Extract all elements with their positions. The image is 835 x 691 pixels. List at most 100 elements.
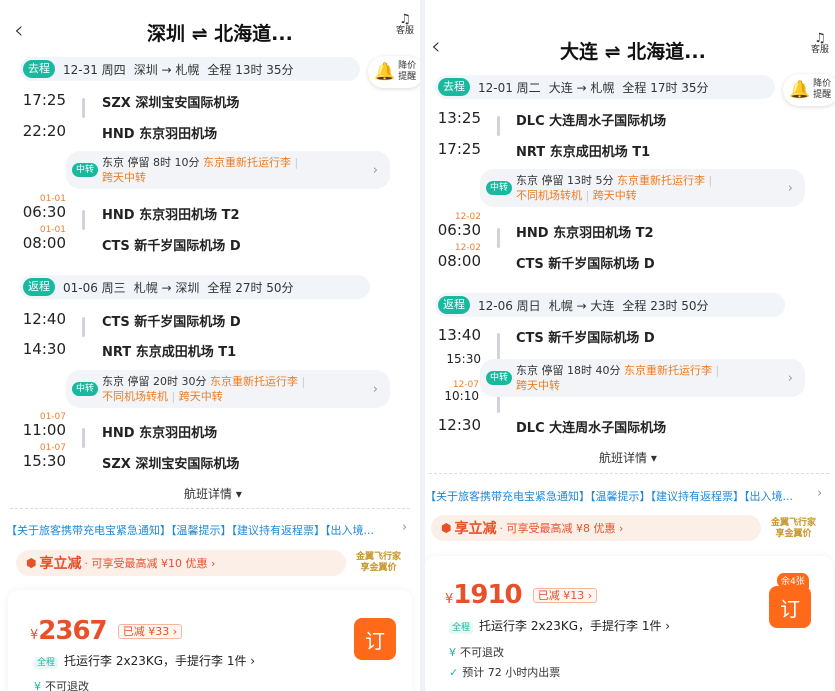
transfer-city: 东京 xyxy=(516,364,539,377)
chevron-right-icon[interactable]: › xyxy=(402,520,407,535)
departure-time: 17:25 xyxy=(22,91,66,109)
price-alert-button[interactable]: 🔔 降价 提醒 xyxy=(783,74,835,106)
arrival-time: 22:20 xyxy=(22,122,66,140)
baggage-text: 托运行李 2x23KG，手提行李 1件 › xyxy=(479,619,671,633)
transfer-city: 东京 xyxy=(102,156,125,169)
notice-banner[interactable]: 【关于旅客携带充电宝紧急通知】【温馨提示】【建议持有返程票】【出入境... xyxy=(6,522,391,538)
gold-badge-line1: 金翼飞行家 xyxy=(771,518,817,528)
outbound-summary: 去程 12-31 周四 深圳 → 札幌 全程 13时 35分 xyxy=(20,57,360,81)
flight-details-link[interactable]: 航班详情 ▾ xyxy=(184,485,242,502)
departure-time: 13:40 xyxy=(437,326,481,344)
outbound-date: 12-01 周二 xyxy=(478,80,541,95)
outbound-route: 大连 → 札幌 xyxy=(548,80,615,95)
timeline-line xyxy=(82,317,85,337)
refund-policy: 不可退改 xyxy=(460,646,504,659)
different-airport-note: 不同机场转机 xyxy=(516,189,583,202)
price-alert-line1: 降价 xyxy=(398,61,417,71)
transfer-stay: 停留 20时 30分 xyxy=(127,375,207,388)
arrival-time: 12:30 xyxy=(437,416,481,434)
promo-title: 享立减 xyxy=(39,556,82,572)
departure-airport: DLC 大连周水子国际机场 xyxy=(516,114,667,129)
left-flight-panel: ‹ 深圳 ⇌ 北海道... ♫ 客服 🔔 降价 提醒 去程 12-31 周四 深圳 … xyxy=(0,0,420,691)
arrival-airport: DLC 大连周水子国际机场 xyxy=(516,421,667,436)
discount-badge[interactable]: 已减 ¥13 › xyxy=(532,588,598,603)
transfer-city: 东京 xyxy=(102,375,125,388)
arrival-time: 08:00 xyxy=(437,252,481,270)
headset-icon: ♫ xyxy=(814,31,826,46)
timeline-line xyxy=(497,116,500,136)
arrival-airport: NRT 东京成田机场 T1 xyxy=(102,345,237,360)
departure-time: 10:10 xyxy=(444,389,479,403)
return-route: 札幌 → 深圳 xyxy=(133,280,200,295)
overnight-transfer-note: 跨天中转 xyxy=(102,171,147,184)
baggage-info[interactable]: 全程 托运行李 2x23KG，手提行李 1件 › xyxy=(449,617,670,634)
outbound-date: 12-31 周四 xyxy=(63,62,126,77)
arrival-time: 15:30 xyxy=(446,352,481,366)
departure-time: 06:30 xyxy=(437,221,481,239)
baggage-text: 托运行李 2x23KG，手提行李 1件 › xyxy=(64,654,256,668)
transfer-info[interactable]: 中转 东京 停留 18时 40分 东京重新托运行李 | 跨天中转 › xyxy=(480,359,805,397)
transfer-info[interactable]: 中转 东京 停留 13时 5分 东京重新托运行李 | 不同机场转机 | 跨天中转… xyxy=(480,169,805,207)
departure-airport: HND 东京羽田机场 xyxy=(102,426,218,441)
chevron-right-icon[interactable]: › xyxy=(817,486,822,501)
recheck-baggage-note: 东京重新托运行李 xyxy=(210,375,299,388)
recheck-baggage-note: 东京重新托运行李 xyxy=(203,156,292,169)
page-title: 深圳 ⇌ 北海道... xyxy=(147,23,293,45)
departure-time: 06:30 xyxy=(22,203,66,221)
gold-badge-line1: 金翼飞行家 xyxy=(356,552,402,562)
bell-icon: 🔔 xyxy=(374,62,396,82)
overnight-transfer-note: 跨天中转 xyxy=(516,379,561,392)
yen-icon: ¥ xyxy=(34,680,41,691)
return-date: 12-06 周日 xyxy=(478,298,541,313)
price-alert-button[interactable]: 🔔 降价 提醒 xyxy=(368,56,420,88)
departure-airport: SZX 深圳宝安国际机场 xyxy=(102,96,240,111)
notice-banner[interactable]: 【关于旅客携带充电宝紧急通知】【温馨提示】【建议持有返程票】【出入境... xyxy=(425,488,805,504)
transfer-stay: 停留 18时 40分 xyxy=(541,364,621,377)
bell-icon: 🔔 xyxy=(789,80,811,100)
coupon-icon: ⬢ xyxy=(26,556,37,570)
back-arrow-icon[interactable]: ‹ xyxy=(431,32,441,60)
return-tag: 返程 xyxy=(438,296,470,314)
customer-service-button[interactable]: ♫ 客服 xyxy=(811,32,829,56)
departure-time: 12:40 xyxy=(22,310,66,328)
fare-price: 1910 xyxy=(453,580,522,610)
arrival-time: 08:00 xyxy=(22,234,66,252)
book-button[interactable]: 订 xyxy=(769,586,811,628)
return-duration: 全程 23时 50分 xyxy=(622,298,709,313)
outbound-tag: 去程 xyxy=(23,60,55,78)
customer-service-label: 客服 xyxy=(811,45,830,55)
recheck-baggage-note: 东京重新托运行李 xyxy=(624,364,713,377)
chevron-right-icon: › xyxy=(372,162,378,178)
timeline-line xyxy=(82,210,85,230)
transfer-info[interactable]: 中转 东京 停留 8时 10分 东京重新托运行李 | 跨天中转 › xyxy=(66,151,390,189)
arrival-airport: NRT 东京成田机场 T1 xyxy=(516,145,651,160)
departure-airport: CTS 新千岁国际机场 D xyxy=(516,331,655,346)
transfer-stay: 停留 13时 5分 xyxy=(541,174,614,187)
flight-details-link[interactable]: 航班详情 ▾ xyxy=(599,449,657,466)
page-title: 大连 ⇌ 北海道... xyxy=(560,41,706,63)
yen-icon: ¥ xyxy=(449,646,456,659)
customer-service-button[interactable]: ♫ 客服 xyxy=(396,13,414,37)
arrival-time: 17:25 xyxy=(437,140,481,158)
customer-service-label: 客服 xyxy=(396,26,415,36)
baggage-info[interactable]: 全程 托运行李 2x23KG，手提行李 1件 › xyxy=(34,652,255,669)
refund-policy: 不可退改 xyxy=(45,680,89,691)
transfer-info[interactable]: 中转 东京 停留 20时 30分 东京重新托运行李 | 不同机场转机 | 跨天中… xyxy=(66,370,390,408)
arrival-airport: CTS 新千岁国际机场 D xyxy=(102,239,241,254)
overnight-transfer-note: 跨天中转 xyxy=(178,390,223,403)
timeline-line xyxy=(82,428,85,448)
price-alert-line1: 降价 xyxy=(813,79,832,89)
return-tag: 返程 xyxy=(23,278,55,296)
instant-discount-banner[interactable]: ⬢ 享立减 · 可享受最高减 ¥8 优惠 › xyxy=(431,515,761,541)
discount-badge[interactable]: 已减 ¥33 › xyxy=(117,624,183,639)
transfer-tag: 中转 xyxy=(72,163,99,177)
recheck-baggage-note: 东京重新托运行李 xyxy=(617,174,706,187)
check-icon: ✓ xyxy=(449,666,459,679)
book-button[interactable]: 订 xyxy=(354,618,396,660)
coupon-icon: ⬢ xyxy=(441,521,452,535)
instant-discount-banner[interactable]: ⬢ 享立减 · 可享受最高减 ¥10 优惠 › xyxy=(16,550,346,576)
gold-badge-line2: 享金翼价 xyxy=(775,529,812,539)
arrival-airport: HND 东京羽田机场 xyxy=(102,127,218,142)
back-arrow-icon[interactable]: ‹ xyxy=(14,16,24,44)
headset-icon: ♫ xyxy=(399,12,411,27)
